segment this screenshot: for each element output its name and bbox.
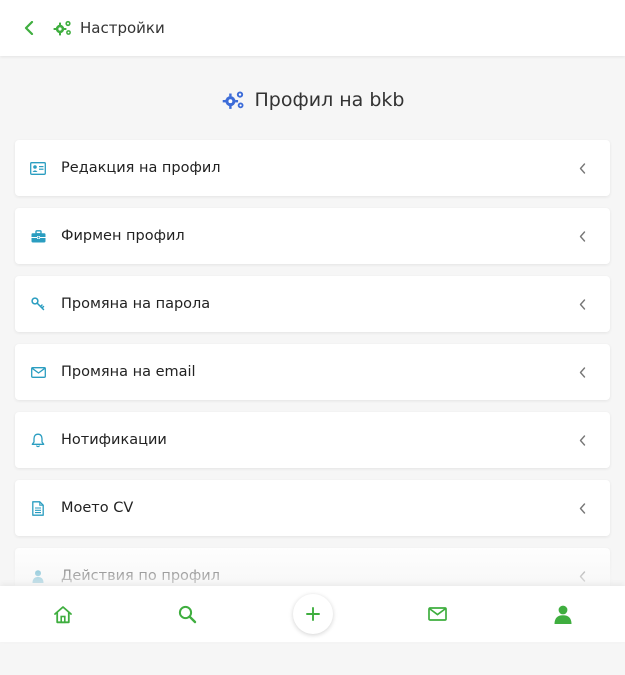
menu-item-label: Нотификации [61,432,167,448]
bottom-navigation [0,586,625,642]
menu-item-company-profile[interactable]: Фирмен профил [15,208,610,264]
profile-menu: Редакция на профил Фирмен профил Промяна… [15,140,610,616]
top-bar: Настройки [0,0,625,56]
menu-item-change-email[interactable]: Промяна на email [15,344,610,400]
nav-messages-button[interactable] [418,594,458,634]
chevron-left-icon [576,434,588,446]
settings-gears-icon [221,87,247,113]
user-icon [30,568,46,584]
back-button[interactable] [18,17,40,39]
chevron-left-icon [576,162,588,174]
home-icon [53,605,72,623]
menu-item-label: Фирмен профил [61,228,185,244]
envelope-icon [30,364,46,380]
chevron-left-icon [576,570,588,582]
menu-item-label: Редакция на профил [61,160,221,176]
document-icon [30,500,46,516]
chevron-left-icon [576,366,588,378]
menu-item-my-cv[interactable]: Моето CV [15,480,610,536]
menu-item-label: Промяна на парола [61,296,211,312]
menu-item-label: Промяна на email [61,364,196,380]
briefcase-icon [30,228,46,244]
menu-item-label: Моето CV [61,500,134,516]
chevron-left-icon [576,298,588,310]
menu-item-edit-profile[interactable]: Редакция на профил [15,140,610,196]
menu-item-change-password[interactable]: Промяна на парола [15,276,610,332]
nav-home-button[interactable] [43,594,83,634]
chevron-left-icon [24,21,34,35]
bell-icon [30,432,46,448]
menu-item-notifications[interactable]: Нотификации [15,412,610,468]
page-heading: Профил на bkb [0,86,625,114]
envelope-icon [428,607,447,621]
page-title: Профил на bkb [254,89,405,111]
nav-profile-button[interactable] [543,594,583,634]
id-card-icon [30,160,46,176]
plus-icon [305,607,320,621]
header-title: Настройки [80,19,165,37]
user-icon [554,605,571,624]
key-icon [30,296,46,312]
search-icon [178,605,197,623]
settings-gears-icon [52,17,74,39]
chevron-left-icon [576,502,588,514]
chevron-left-icon [576,230,588,242]
nav-search-button[interactable] [168,594,208,634]
menu-item-label: Действия по профил [61,568,220,584]
nav-add-button[interactable] [292,594,333,634]
